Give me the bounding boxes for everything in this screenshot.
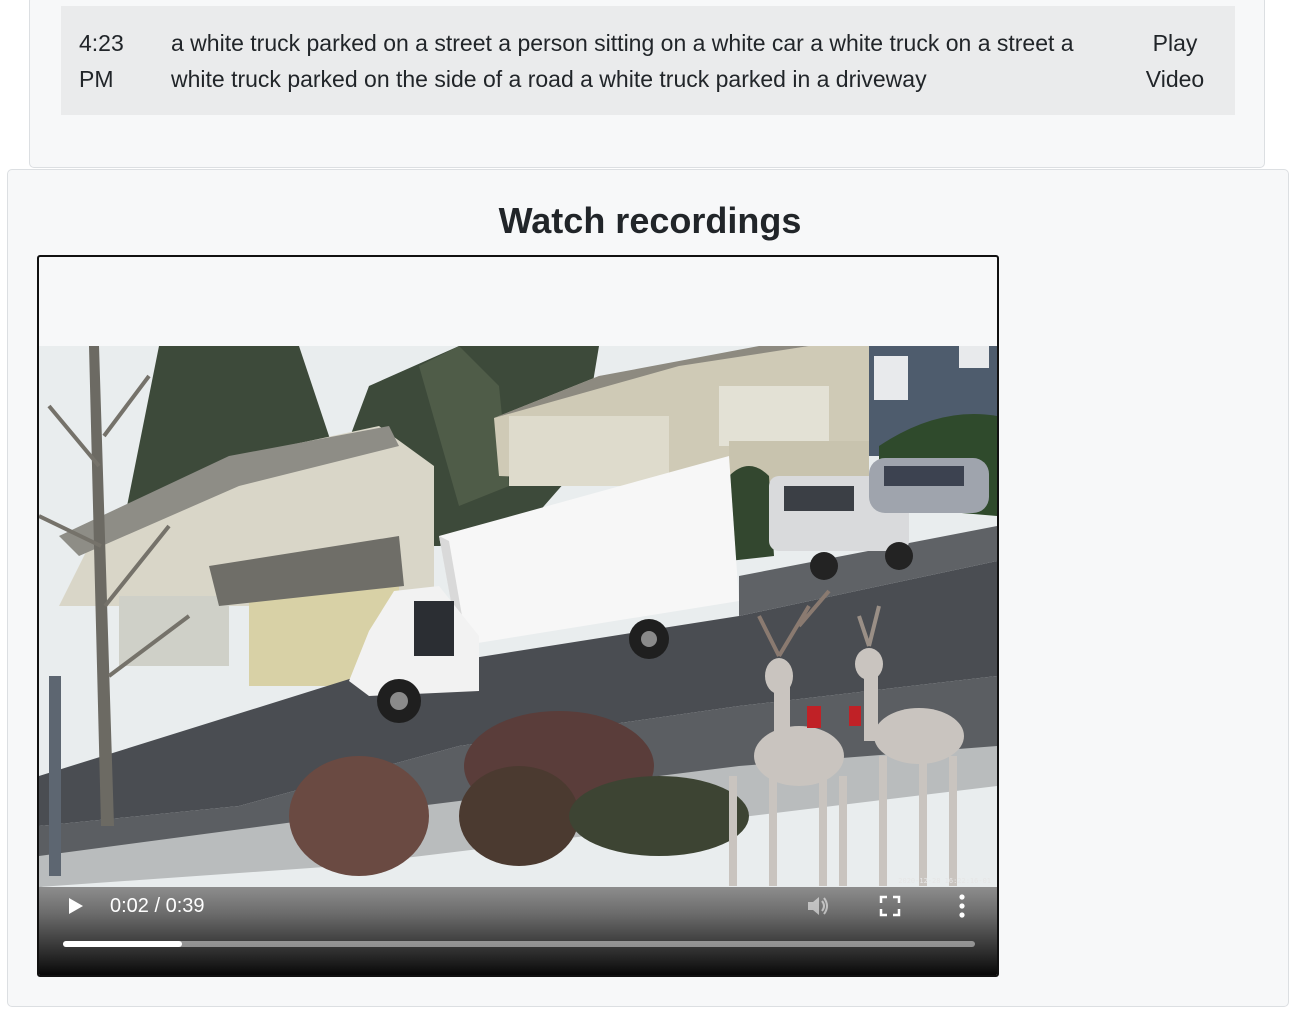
table-row: 4:23 PM a white truck parked on a street… [61,6,1235,115]
video-progress-fill [63,941,182,947]
page-title: Watch recordings [498,200,802,241]
play-video-link[interactable]: Play Video [1121,25,1235,97]
video-controls: 0:02 / 0:39 [39,887,997,975]
video-time-display: 0:02 / 0:39 [110,895,205,917]
video-progress-bar[interactable] [63,941,975,947]
fullscreen-icon[interactable] [879,895,901,922]
video-still-image [39,346,997,887]
recordings-list-card: 4:23 PM a white truck parked on a street… [29,0,1265,168]
camera-timestamp: 2020-12-28 16:22:16-01 [898,877,991,885]
play-icon[interactable] [65,896,85,921]
volume-icon[interactable] [805,893,831,924]
recording-description: a white truck parked on a street a perso… [171,29,1074,92]
video-player[interactable]: 2020-12-28 16:22:16-01 0:02 / 0:39 [37,255,999,977]
video-frame[interactable]: 2020-12-28 16:22:16-01 [39,346,997,887]
recording-time: 4:23 PM [79,29,124,92]
more-options-icon[interactable] [957,894,967,923]
